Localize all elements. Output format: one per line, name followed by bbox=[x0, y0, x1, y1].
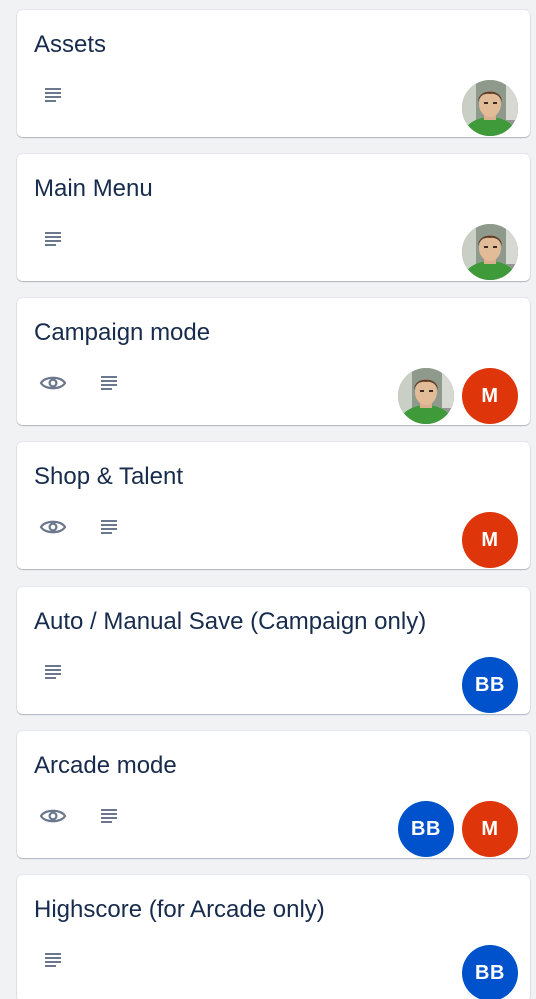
watch-icon bbox=[38, 512, 68, 542]
card-members bbox=[454, 80, 518, 136]
profile-photo-icon bbox=[462, 80, 518, 136]
card-title: Assets bbox=[34, 31, 107, 58]
card-title: Highscore (for Arcade only) bbox=[34, 896, 325, 923]
description-icon bbox=[38, 224, 68, 254]
card-badges bbox=[38, 224, 94, 254]
card-badges bbox=[38, 945, 94, 975]
card-badges bbox=[38, 512, 150, 542]
member-avatar-m[interactable]: M bbox=[462, 368, 518, 424]
card-highscore[interactable]: Highscore (for Arcade only) BB bbox=[17, 875, 530, 999]
watch-icon bbox=[38, 368, 68, 398]
member-avatar-photo[interactable] bbox=[462, 224, 518, 280]
card-badges bbox=[38, 368, 150, 398]
card-arcade-mode[interactable]: Arcade mode BB M bbox=[17, 731, 530, 858]
member-initials: BB bbox=[475, 673, 505, 696]
card-badges bbox=[38, 80, 94, 110]
card-shop-talent[interactable]: Shop & Talent M bbox=[17, 442, 530, 569]
profile-photo-icon bbox=[462, 224, 518, 280]
card-members bbox=[454, 224, 518, 280]
member-avatar-bb[interactable]: BB bbox=[462, 945, 518, 999]
card-title: Main Menu bbox=[34, 175, 153, 202]
card-title: Auto / Manual Save (Campaign only) bbox=[34, 608, 427, 635]
member-initials: M bbox=[481, 528, 499, 551]
card-badges bbox=[38, 657, 94, 687]
member-avatar-m[interactable]: M bbox=[462, 512, 518, 568]
member-initials: BB bbox=[475, 961, 505, 984]
description-icon bbox=[38, 945, 68, 975]
description-icon bbox=[38, 80, 68, 110]
card-title: Shop & Talent bbox=[34, 463, 184, 490]
card-members: BB bbox=[454, 657, 518, 713]
card-title: Campaign mode bbox=[34, 319, 211, 346]
card-assets[interactable]: Assets bbox=[17, 10, 530, 137]
member-avatar-photo[interactable] bbox=[462, 80, 518, 136]
member-initials: BB bbox=[411, 817, 441, 840]
card-auto-manual-save[interactable]: Auto / Manual Save (Campaign only) BB bbox=[17, 587, 530, 714]
member-initials: M bbox=[481, 817, 499, 840]
description-icon bbox=[38, 657, 68, 687]
member-initials: M bbox=[481, 384, 499, 407]
card-campaign-mode[interactable]: Campaign mode M bbox=[17, 298, 530, 425]
card-members: BB M bbox=[390, 801, 518, 857]
member-avatar-m[interactable]: M bbox=[462, 801, 518, 857]
watch-icon bbox=[38, 801, 68, 831]
card-main-menu[interactable]: Main Menu bbox=[17, 154, 530, 281]
description-icon bbox=[94, 512, 124, 542]
profile-photo-icon bbox=[398, 368, 454, 424]
card-members: M bbox=[454, 512, 518, 568]
member-avatar-bb[interactable]: BB bbox=[398, 801, 454, 857]
description-icon bbox=[94, 368, 124, 398]
card-badges bbox=[38, 801, 150, 831]
card-list: Assets Main Menu Campaign mode M Shop & … bbox=[0, 0, 536, 999]
member-avatar-bb[interactable]: BB bbox=[462, 657, 518, 713]
card-members: M bbox=[390, 368, 518, 424]
member-avatar-photo[interactable] bbox=[398, 368, 454, 424]
card-members: BB bbox=[454, 945, 518, 999]
card-title: Arcade mode bbox=[34, 752, 177, 779]
description-icon bbox=[94, 801, 124, 831]
